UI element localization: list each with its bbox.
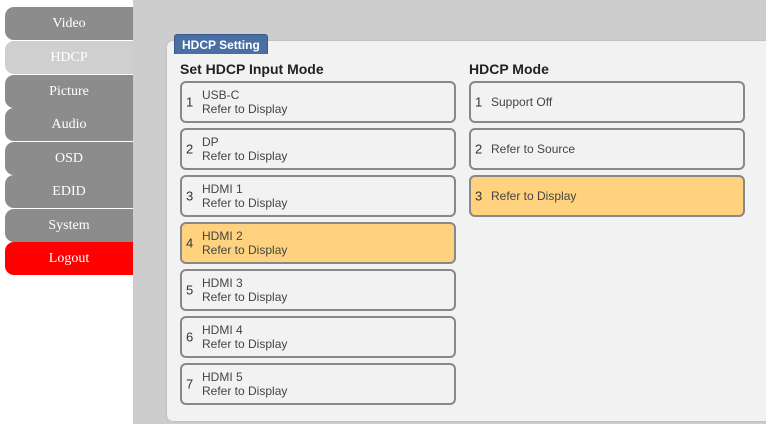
input-option-hdmi-4[interactable]: 6 HDMI 4 Refer to Display xyxy=(180,316,456,358)
nav-item-video[interactable]: Video xyxy=(5,7,133,40)
nav-item-hdcp[interactable]: HDCP xyxy=(5,41,133,74)
nav-item-label: System xyxy=(48,217,90,233)
option-number: 2 xyxy=(475,141,483,157)
mode-label: Refer to Display xyxy=(491,189,577,203)
nav-item-osd[interactable]: OSD xyxy=(5,142,133,175)
mode-option-support-off[interactable]: 1 Support Off xyxy=(469,81,745,123)
input-name: DP xyxy=(202,135,219,149)
panel-tab-hdcp-setting: HDCP Setting xyxy=(174,34,268,54)
nav-item-system[interactable]: System xyxy=(5,209,133,242)
logout-button[interactable]: Logout xyxy=(5,242,133,275)
input-name: HDMI 3 xyxy=(202,276,243,290)
input-mode: Refer to Display xyxy=(202,290,288,304)
nav-item-audio[interactable]: Audio xyxy=(5,108,133,141)
input-mode: Refer to Display xyxy=(202,149,288,163)
nav-item-label: EDID xyxy=(52,183,86,199)
nav-item-label: Picture xyxy=(49,83,89,99)
input-option-hdmi-3[interactable]: 5 HDMI 3 Refer to Display xyxy=(180,269,456,311)
nav-item-edid[interactable]: EDID xyxy=(5,175,133,208)
input-name: HDMI 2 xyxy=(202,229,243,243)
input-option-hdmi-2[interactable]: 4 HDMI 2 Refer to Display xyxy=(180,222,456,264)
option-number: 2 xyxy=(186,141,194,157)
nav-item-label: HDCP xyxy=(50,49,88,65)
nav-item-label: Audio xyxy=(51,116,87,132)
input-option-hdmi-1[interactable]: 3 HDMI 1 Refer to Display xyxy=(180,175,456,217)
option-number: 1 xyxy=(186,94,194,110)
input-name: HDMI 1 xyxy=(202,182,243,196)
option-number: 6 xyxy=(186,329,194,345)
option-number: 1 xyxy=(475,94,483,110)
mode-label: Refer to Source xyxy=(491,142,576,156)
option-number: 3 xyxy=(475,188,483,204)
option-number: 4 xyxy=(186,235,194,251)
option-number: 5 xyxy=(186,282,194,298)
input-mode: Refer to Display xyxy=(202,384,288,398)
input-name: HDMI 5 xyxy=(202,370,243,384)
logout-label: Logout xyxy=(48,250,90,266)
input-option-dp[interactable]: 2 DP Refer to Display xyxy=(180,128,456,170)
input-option-usb-c[interactable]: 1 USB-C Refer to Display xyxy=(180,81,456,123)
option-number: 3 xyxy=(186,188,194,204)
input-mode: Refer to Display xyxy=(202,196,288,210)
input-name: USB-C xyxy=(202,88,240,102)
nav-item-picture[interactable]: Picture xyxy=(5,75,133,108)
option-number: 7 xyxy=(186,376,194,392)
input-name: HDMI 4 xyxy=(202,323,243,337)
input-mode: Refer to Display xyxy=(202,243,288,257)
input-mode: Refer to Display xyxy=(202,337,288,351)
nav-item-label: Video xyxy=(52,15,86,31)
mode-option-refer-to-source[interactable]: 2 Refer to Source xyxy=(469,128,745,170)
mode-label: Support Off xyxy=(491,95,553,109)
hdcp-mode-title: HDCP Mode xyxy=(469,61,549,77)
input-mode-title: Set HDCP Input Mode xyxy=(180,61,324,77)
sidebar: Video HDCP Picture Audio OSD EDID System… xyxy=(0,0,133,424)
nav-item-label: OSD xyxy=(54,150,83,166)
input-option-hdmi-5[interactable]: 7 HDMI 5 Refer to Display xyxy=(180,363,456,405)
mode-option-refer-to-display[interactable]: 3 Refer to Display xyxy=(469,175,745,217)
input-mode: Refer to Display xyxy=(202,102,288,116)
